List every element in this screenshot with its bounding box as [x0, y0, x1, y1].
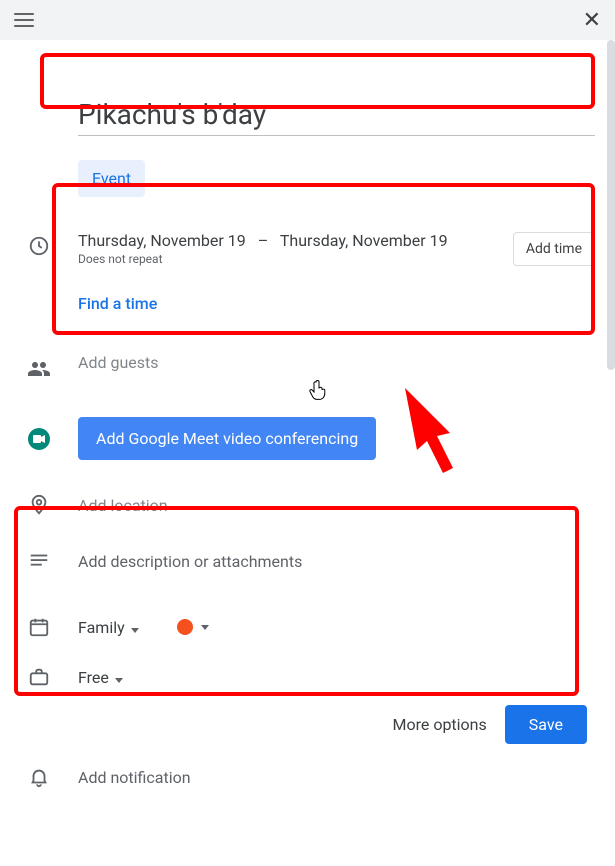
people-icon [27, 357, 51, 381]
add-time-button[interactable]: Add time [513, 232, 595, 266]
color-swatch [177, 619, 193, 635]
save-button[interactable]: Save [505, 705, 587, 744]
briefcase-icon [28, 666, 50, 688]
start-date[interactable]: Thursday, November 19 [78, 231, 246, 250]
availability-label: Free [78, 668, 109, 687]
chevron-down-icon [115, 678, 123, 683]
color-selector[interactable] [177, 619, 209, 635]
tab-event[interactable]: Event [78, 160, 145, 197]
scrollbar[interactable] [607, 40, 615, 370]
chevron-down-icon [131, 628, 139, 633]
location-icon [28, 494, 50, 516]
description-icon [28, 550, 50, 572]
more-options-button[interactable]: More options [393, 715, 487, 734]
add-notification-button[interactable]: Add notification [78, 768, 191, 787]
date-separator: – [258, 231, 269, 250]
bell-icon [28, 766, 50, 788]
event-title-input[interactable] [78, 98, 595, 131]
location-input[interactable] [78, 496, 595, 515]
calendar-name-label: Family [78, 618, 125, 637]
add-meet-button[interactable]: Add Google Meet video conferencing [78, 417, 376, 460]
chevron-down-icon [201, 625, 209, 630]
find-time-link[interactable]: Find a time [78, 294, 595, 313]
end-date[interactable]: Thursday, November 19 [280, 231, 448, 250]
menu-icon[interactable] [14, 13, 34, 27]
calendar-icon [28, 616, 50, 638]
availability-selector[interactable]: Free [78, 668, 123, 687]
calendar-selector[interactable]: Family [78, 618, 139, 637]
close-icon[interactable]: ✕ [583, 8, 601, 33]
meet-icon [28, 428, 50, 450]
recurrence-text[interactable]: Does not repeat [78, 252, 448, 266]
guests-input[interactable] [78, 353, 595, 372]
description-field[interactable]: Add description or attachments [78, 552, 302, 571]
clock-icon [28, 235, 50, 257]
